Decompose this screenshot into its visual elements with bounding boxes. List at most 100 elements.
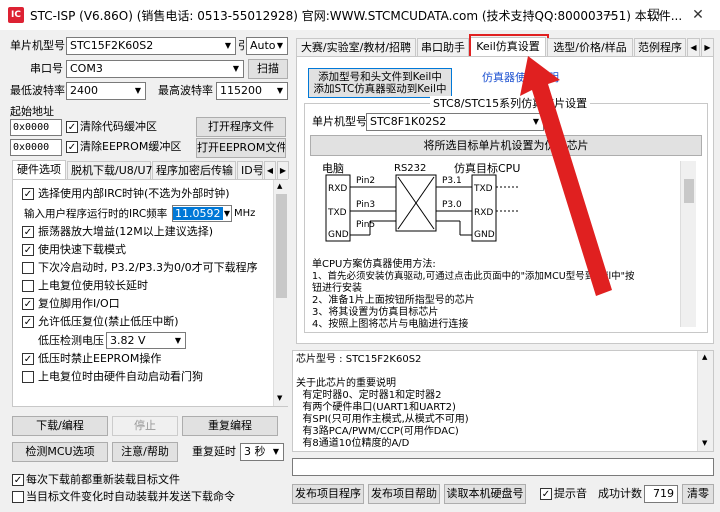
clear-code-checkbox[interactable]: ✓ [66, 121, 78, 133]
mcu-type-select[interactable]: STC15F2K60S2 ▼ [66, 37, 236, 55]
option-checkbox[interactable]: ✓ [22, 353, 34, 365]
open-program-file-button[interactable]: 打开程序文件 [196, 117, 286, 137]
download-program-button[interactable]: 下载/编程 [12, 416, 108, 436]
close-button[interactable]: ✕ [676, 0, 720, 30]
eeprom-start-address-input[interactable]: 0x0000 [10, 139, 62, 156]
repeat-program-button[interactable]: 重复编程 [182, 416, 278, 436]
app-icon: IC [8, 7, 24, 23]
min-baud-select[interactable]: 2400 ▼ [66, 82, 146, 100]
tab-id[interactable]: ID号 [237, 161, 263, 179]
scroll-down-icon: ▼ [277, 394, 283, 402]
instruction-line: 1、首先必须安装仿真驱动,可通过点击此页面中的"添加MCU型号到Keil中"按 [312, 271, 635, 282]
option-label: 选择使用内部IRC时钟(不选为外部时钟) [38, 187, 230, 200]
option-checkbox[interactable]: ✓ [22, 226, 34, 238]
chevron-down-icon: ▼ [174, 336, 182, 345]
chevron-down-icon: ▼ [276, 41, 284, 50]
low-voltage-value: 3.82 V [110, 334, 146, 347]
scrollbar-thumb[interactable] [276, 194, 287, 298]
stop-button[interactable]: 停止 [112, 416, 178, 436]
option-checkbox[interactable] [22, 280, 34, 292]
instruction-line: 钮进行安装 [312, 283, 362, 294]
code-start-address-input[interactable]: 0x0000 [10, 119, 62, 136]
port-select[interactable]: COM3 ▼ [66, 60, 244, 78]
scroll-up-icon: ▲ [702, 353, 708, 361]
chip-info-scrollbar[interactable]: ▲ ▼ [697, 351, 713, 451]
diagram-target-label: 仿真目标CPU [454, 162, 521, 175]
tab-scroll-left-icon[interactable]: ◀ [264, 161, 276, 179]
option-label: 复位脚用作I/O口 [38, 297, 120, 310]
tab-prev-icon[interactable]: ◀ [687, 38, 700, 56]
publish-program-button[interactable]: 发布项目程序 [292, 484, 364, 504]
notice-help-button[interactable]: 注意/帮助 [112, 442, 178, 462]
option-checkbox[interactable]: ✓ [22, 298, 34, 310]
clear-eeprom-label: 清除EEPROM缓冲区 [80, 140, 182, 153]
minimize-button[interactable]: — [588, 0, 632, 30]
publish-help-button[interactable]: 发布项目帮助 [368, 484, 440, 504]
diagram-pin-label: TXD [474, 184, 493, 194]
read-disk-id-button[interactable]: 读取本机硬盘号 [444, 484, 526, 504]
option-checkbox[interactable]: ✓ [22, 244, 34, 256]
title-bar: IC STC-ISP (V6.86O) (销售电话: 0513-55012928… [0, 0, 720, 30]
irc-frequency-select[interactable]: 11.0592 ▼ [172, 205, 232, 222]
max-baud-select[interactable]: 115200 ▼ [216, 82, 288, 100]
auto-load-checkbox[interactable] [12, 491, 24, 503]
diagram-pin-label: GND [328, 230, 349, 240]
start-address-label: 起始地址 [10, 105, 54, 118]
emu-mcu-type-select[interactable]: STC8F1K02S2 ▼ [366, 113, 544, 131]
clear-count-button[interactable]: 清零 [682, 484, 714, 504]
diagram-pin-label: TXD [328, 208, 347, 218]
low-voltage-select[interactable]: 3.82 V ▼ [106, 332, 186, 349]
chip-info-line: 有8通道10位精度的A/D [296, 438, 410, 449]
tab-serial-assistant[interactable]: 串口助手 [417, 38, 469, 56]
option-checkbox[interactable] [22, 262, 34, 274]
option-checkbox[interactable]: ✓ [22, 316, 34, 328]
instruction-line: 单CPU方案仿真器使用方法: [312, 259, 436, 270]
chip-info-line: 关于此芯片的重要说明 [296, 378, 396, 389]
emu-mcu-type-label: 单片机型号 [312, 115, 367, 128]
irc-frequency-unit: MHz [234, 208, 256, 219]
maximize-button[interactable]: ☐ [632, 0, 676, 30]
repeat-delay-value: 3 秒 [244, 445, 266, 458]
sound-checkbox[interactable]: ✓ [540, 488, 552, 500]
tab-selection-price[interactable]: 选型/价格/样品 [547, 38, 633, 56]
tab-competitions[interactable]: 大赛/实验室/教材/招聘 [296, 38, 416, 56]
option-label: 上电复位使用较长延时 [38, 279, 148, 292]
sound-label: 提示音 [554, 487, 587, 500]
diagram-pin-label: RXD [474, 208, 494, 218]
emulator-help-link[interactable]: 仿真器使用说明 [482, 70, 559, 86]
scroll-up-icon: ▲ [277, 182, 283, 190]
max-baud-label: 最高波特率 [158, 84, 213, 97]
instruction-line: 2、准备1片上面按钮所指型号的芯片 [312, 295, 475, 306]
instructions-scrollbar[interactable] [680, 161, 696, 327]
tab-scroll-right-icon[interactable]: ▶ [277, 161, 289, 179]
detect-mcu-options-button[interactable]: 检测MCU选项 [12, 442, 108, 462]
option-checkbox[interactable]: ✓ [22, 188, 34, 200]
scan-button[interactable]: 扫描 [248, 59, 288, 79]
tab-offline-download[interactable]: 脱机下载/U8/U7 [67, 161, 153, 179]
scrollbar-thumb[interactable] [684, 179, 694, 203]
success-count-label: 成功计数 [598, 487, 642, 500]
tab-example-programs[interactable]: 范例程序 [634, 38, 686, 56]
chip-info-line: 有SPI(只可用作主模式,从模式不可用) [296, 414, 469, 425]
option-checkbox[interactable] [22, 371, 34, 383]
tab-hardware-options[interactable]: 硬件选项 [12, 160, 66, 179]
port-label: 串口号 [30, 62, 63, 75]
pin-count-select[interactable]: Auto ▼ [246, 37, 288, 55]
repeat-delay-select[interactable]: 3 秒 ▼ [240, 443, 284, 461]
option-label: 允许低压复位(禁止低压中断) [38, 315, 179, 328]
open-eeprom-file-button[interactable]: 打开EEPROM文件 [196, 138, 286, 158]
options-scrollbar[interactable]: ▲ ▼ [273, 180, 288, 406]
tab-encrypted-transfer[interactable]: 程序加密后传输 [152, 161, 236, 179]
add-to-keil-button[interactable]: 添加型号和头文件到Keil中 添加STC仿真器驱动到Keil中 [308, 68, 452, 98]
diagram-rs232-label: RS232 [394, 163, 427, 174]
option-label: 下次冷启动时, P3.2/P3.3为0/0才可下载程序 [38, 261, 258, 274]
chip-info-line: 芯片型号 : STC15F2K60S2 [296, 354, 422, 365]
option-label: 振荡器放大增益(12M以上建议选择) [38, 225, 214, 238]
tab-next-icon[interactable]: ▶ [701, 38, 714, 56]
set-emulation-chip-button[interactable]: 将所选目标单片机设置为仿真芯片 [310, 135, 702, 156]
chevron-down-icon: ▼ [276, 86, 284, 95]
instruction-line: 4、按照上图将芯片与电脑进行连接 [312, 319, 469, 330]
status-output-field [292, 458, 714, 476]
clear-eeprom-checkbox[interactable]: ✓ [66, 141, 78, 153]
reload-before-download-checkbox[interactable]: ✓ [12, 474, 24, 486]
